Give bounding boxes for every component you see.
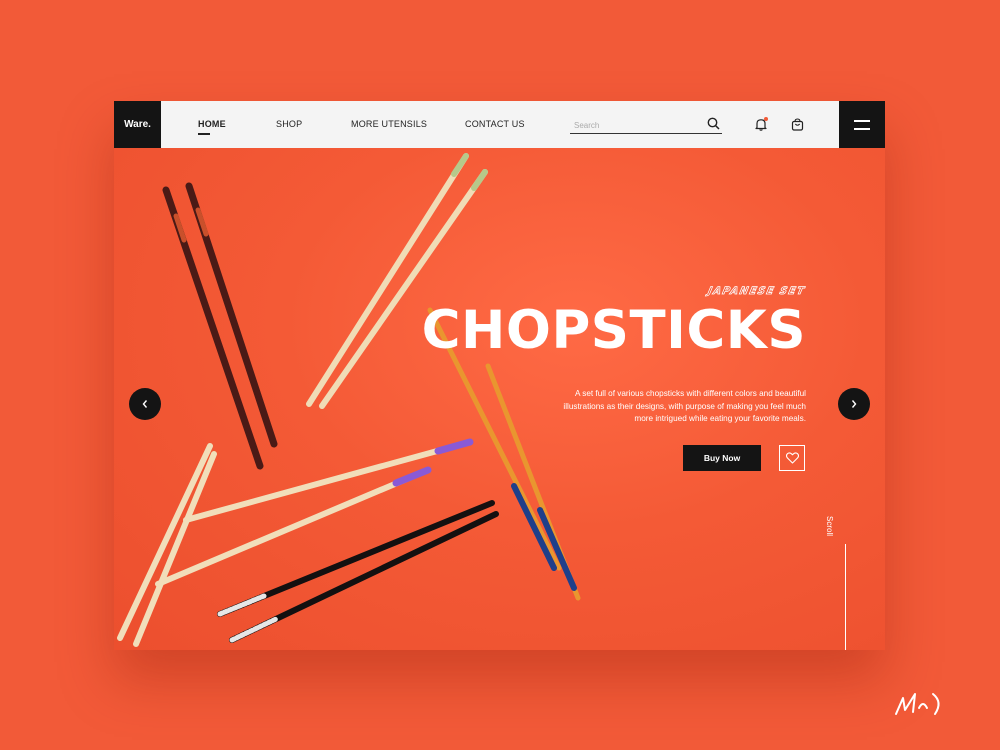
hero-title: CHOPSTICKS xyxy=(421,300,806,361)
hero-banner: JAPANESE SET CHOPSTICKS A set full of va… xyxy=(114,148,885,650)
search-input[interactable] xyxy=(572,117,696,133)
brand-logo[interactable]: Ware. xyxy=(114,101,161,148)
menu-button[interactable] xyxy=(839,101,885,148)
scroll-indicator-label: Scroll xyxy=(825,516,834,537)
website-frame: Ware. HOME SHOP MORE UTENSILS CONTACT US xyxy=(114,101,885,650)
menu-icon-line-bottom xyxy=(854,128,870,130)
menu-icon-line-top xyxy=(854,120,870,122)
next-slide-button[interactable] xyxy=(838,388,870,420)
top-navbar: Ware. HOME SHOP MORE UTENSILS CONTACT US xyxy=(114,101,885,148)
scroll-indicator-line xyxy=(845,544,846,650)
heart-icon xyxy=(785,452,799,464)
cart-icon[interactable] xyxy=(791,118,804,131)
nav-contact-us[interactable]: CONTACT US xyxy=(465,119,525,129)
designer-signature xyxy=(895,693,940,715)
nav-shop[interactable]: SHOP xyxy=(276,119,302,129)
nav-home[interactable]: HOME xyxy=(198,119,226,129)
favorite-button[interactable] xyxy=(779,445,805,471)
search-bar xyxy=(570,115,722,134)
buy-now-button[interactable]: Buy Now xyxy=(683,445,761,471)
nav-active-underline xyxy=(198,133,210,135)
nav-more-utensils[interactable]: MORE UTENSILS xyxy=(351,119,427,129)
hero-tagline: JAPANESE SET xyxy=(706,286,807,298)
search-icon[interactable] xyxy=(707,117,720,130)
notification-dot xyxy=(764,117,768,121)
chevron-left-icon xyxy=(142,400,148,408)
chevron-right-icon xyxy=(851,400,857,408)
hero-description: A set full of various chopsticks with di… xyxy=(563,389,806,423)
previous-slide-button[interactable] xyxy=(129,388,161,420)
